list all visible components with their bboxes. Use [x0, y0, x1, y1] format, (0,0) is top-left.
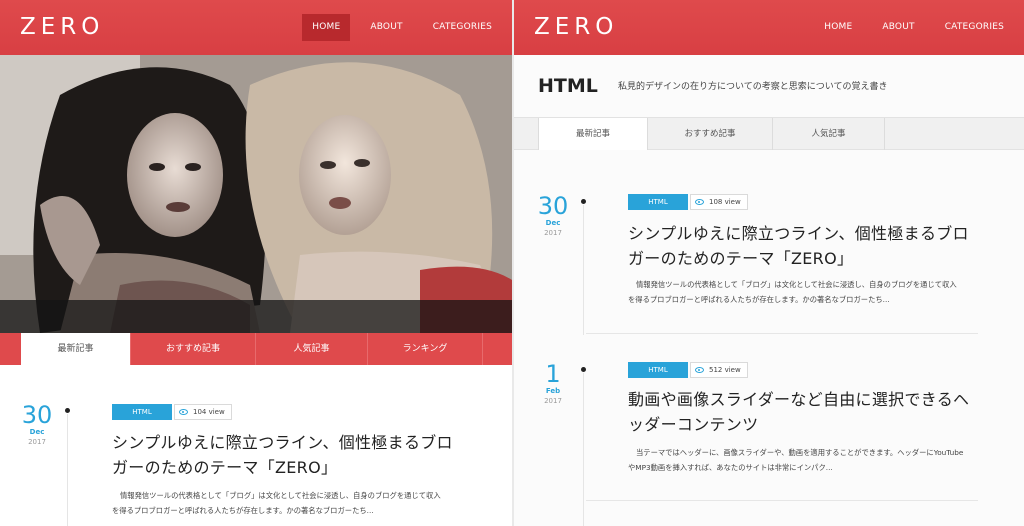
article-excerpt: 情報発信ツールの代表格として「ブログ」は文化として社会に浸透し、自身のブログを通… [628, 277, 1008, 307]
tab-ranking[interactable]: ランキング [368, 333, 483, 365]
category-badge[interactable]: HTML [112, 404, 172, 420]
tab-popular[interactable]: 人気記事 [773, 118, 885, 150]
site-logo[interactable]: ZERO [534, 14, 618, 40]
eye-icon [695, 367, 704, 373]
tab-popular[interactable]: 人気記事 [256, 333, 368, 365]
article-title-line: ガーのためのテーマ「ZERO」 [628, 249, 854, 268]
site-header: ZERO HOME ABOUT CATEGORIES [0, 0, 512, 55]
screenshot-stage: ZERO HOME ABOUT CATEGORIES 最新記事 おすすめ記事 人… [0, 0, 1024, 526]
article-card: 1 Feb 2017 HTML 512 view 動画や画像スライダーなど自由に… [536, 360, 1008, 526]
nav-about[interactable]: ABOUT [360, 14, 412, 41]
nav-home[interactable]: HOME [302, 14, 351, 41]
article-title[interactable]: シンプルゆえに際立つライン、個性極まるブロ ガーのためのテーマ「ZERO」 [112, 430, 492, 480]
timeline-line [67, 414, 68, 526]
tab-recommended[interactable]: おすすめ記事 [648, 118, 773, 150]
post-year: 2017 [544, 397, 562, 405]
excerpt-line: 情報発信ツールの代表格として「ブログ」は文化として社会に浸透し、自身のブログを通… [636, 280, 957, 289]
nav-about[interactable]: ABOUT [872, 14, 924, 41]
timeline-dot [581, 199, 586, 204]
view-count: 512 view [690, 362, 748, 378]
timeline-line [583, 205, 584, 335]
view-count: 104 view [174, 404, 232, 420]
post-day: 30 [21, 401, 53, 429]
article-title[interactable]: 動画や画像スライダーなど自由に選択できるヘ ッダーコンテンツ [628, 387, 1008, 437]
timeline-dot [581, 367, 586, 372]
post-day: 1 [545, 360, 561, 388]
view-count-label: 512 view [709, 366, 741, 374]
category-badge[interactable]: HTML [628, 194, 688, 210]
article-separator [586, 333, 978, 334]
hero-photo [0, 55, 512, 333]
post-year: 2017 [28, 438, 46, 446]
article-card: 30 Dec 2017 HTML 104 view シンプルゆえに際立つライン、… [20, 402, 490, 526]
post-month: Dec [545, 219, 561, 227]
article-tabs: 最新記事 おすすめ記事 人気記事 [514, 117, 1024, 150]
page-title: HTML [538, 75, 598, 97]
eye-icon [695, 199, 704, 205]
tab-latest[interactable]: 最新記事 [538, 118, 648, 150]
post-month: Dec [29, 428, 45, 436]
excerpt-line: 情報発信ツールの代表格として「ブログ」は文化として社会に浸透し、自身のブログを通… [120, 491, 441, 500]
nav-home[interactable]: HOME [814, 14, 862, 41]
hero-shadow-strip [0, 300, 512, 333]
article-excerpt: 当テーマではヘッダーに、画像スライダーや、動画を適用することができます。ヘッダー… [628, 445, 1008, 475]
eye-icon [179, 409, 188, 415]
nav-categories[interactable]: CATEGORIES [935, 14, 1014, 41]
nav-categories[interactable]: CATEGORIES [423, 14, 502, 41]
post-month: Feb [545, 387, 561, 395]
post-day: 30 [537, 192, 569, 220]
category-badge[interactable]: HTML [628, 362, 688, 378]
site-logo[interactable]: ZERO [20, 14, 104, 40]
timeline-dot [65, 408, 70, 413]
left-theme-preview: ZERO HOME ABOUT CATEGORIES 最新記事 おすすめ記事 人… [0, 0, 512, 526]
article-title-line: 動画や画像スライダーなど自由に選択できるヘ [628, 390, 970, 409]
tab-recommended[interactable]: おすすめ記事 [131, 333, 256, 365]
timeline-line [583, 373, 584, 526]
main-nav: HOME ABOUT CATEGORIES [302, 14, 512, 41]
article-separator [586, 500, 978, 501]
post-year: 2017 [544, 229, 562, 237]
view-count-label: 108 view [709, 198, 741, 206]
page-description: 私見的デザインの在り方についての考察と思索についての覚え書き [618, 82, 888, 92]
article-excerpt: 情報発信ツールの代表格として「ブログ」は文化として社会に浸透し、自身のブログを通… [112, 488, 492, 518]
article-title-line: ッダーコンテンツ [628, 415, 759, 434]
excerpt-line: を得るプロブロガーと呼ばれる人たちが存在します。かの著名なブロガーたち... [112, 506, 374, 515]
hero-image [0, 55, 512, 333]
article-tabs: 最新記事 おすすめ記事 人気記事 ランキング [0, 333, 512, 365]
tab-latest[interactable]: 最新記事 [21, 333, 131, 365]
excerpt-line: を得るプロブロガーと呼ばれる人たちが存在します。かの著名なブロガーたち... [628, 295, 890, 304]
article-card: 30 Dec 2017 HTML 108 view シンプルゆえに際立つライン、… [536, 192, 1008, 335]
excerpt-line: 当テーマではヘッダーに、画像スライダーや、動画を適用することができます。ヘッダー… [636, 448, 964, 457]
article-title-line: シンプルゆえに際立つライン、個性極まるブロ [628, 224, 969, 243]
category-title-bar: HTML 私見的デザインの在り方についての考察と思索についての覚え書き [514, 55, 1024, 117]
view-count-label: 104 view [193, 408, 225, 416]
main-nav: HOME ABOUT CATEGORIES [814, 14, 1024, 41]
article-title[interactable]: シンプルゆえに際立つライン、個性極まるブロ ガーのためのテーマ「ZERO」 [628, 221, 1008, 271]
view-count: 108 view [690, 194, 748, 210]
article-title-line: シンプルゆえに際立つライン、個性極まるブロ [112, 433, 453, 452]
excerpt-line: やMP3動画を挿入すれば、あなたのサイトは非常にインパク... [628, 463, 833, 472]
right-theme-preview: ZERO HOME ABOUT CATEGORIES HTML 私見的デザインの… [514, 0, 1024, 526]
site-header: ZERO HOME ABOUT CATEGORIES [514, 0, 1024, 55]
article-title-line: ガーのためのテーマ「ZERO」 [112, 458, 338, 477]
